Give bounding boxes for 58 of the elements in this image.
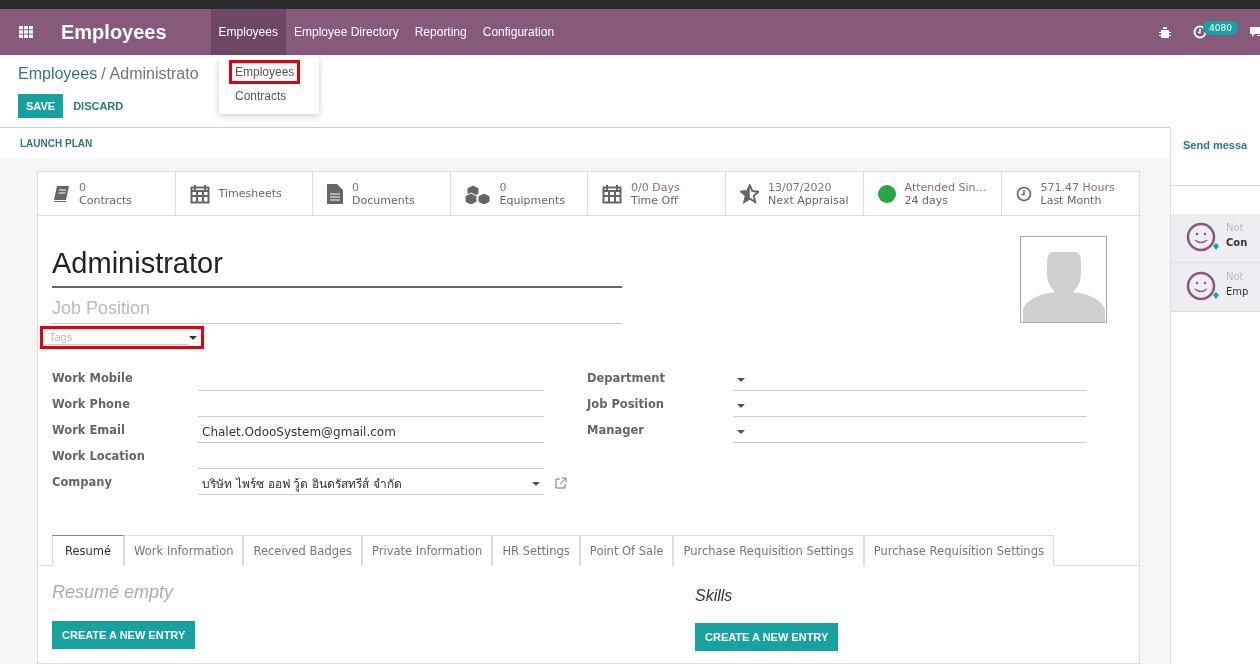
skills-heading: Skills [695, 587, 734, 605]
app-title[interactable]: Employees [61, 20, 167, 44]
external-link-icon[interactable] [554, 477, 568, 489]
book-icon [52, 184, 70, 203]
message-text: Con [1226, 237, 1248, 248]
field-label: Work Mobile [52, 371, 134, 387]
create-entry-button[interactable]: CREATE A NEW ENTRY [695, 623, 839, 651]
breadcrumb-separator: / [101, 65, 106, 83]
field-label: Department [587, 371, 666, 387]
form-field[interactable]: บริษัท ไพร์ซ ออฟ วู้ด อินดรัสทรีส์ จำกัด [198, 473, 544, 495]
menu-item[interactable]: Reporting [406, 9, 475, 55]
field-label: Company [52, 475, 113, 491]
field-label: Manager [587, 423, 645, 439]
caret-icon [737, 377, 745, 382]
tab[interactable]: Purchase Requisition Settings [863, 535, 1054, 566]
menu-item[interactable]: Employees [210, 9, 286, 55]
launch-plan-button[interactable]: LAUNCH PLAN [20, 138, 93, 149]
tab[interactable]: Received Badges [243, 535, 363, 566]
field-label: Job Position [587, 397, 666, 413]
tab[interactable]: Work Information [124, 535, 244, 566]
save-button[interactable]: SAVE [18, 94, 64, 118]
breadcrumb-link[interactable]: Employees [18, 65, 98, 83]
message-text: Emp [1226, 286, 1249, 297]
dropdown-item[interactable]: Contracts [229, 84, 293, 108]
dropdown-item[interactable]: Employees [229, 60, 301, 84]
send-message-link[interactable]: Send messa [1183, 139, 1248, 151]
calendar-icon [602, 183, 623, 204]
form-field[interactable]: Chalet.OdooSystem@gmail.com [198, 421, 544, 443]
field-label: Work Location [52, 449, 146, 465]
activity-count-badge: 4080 [1203, 21, 1238, 35]
bug-icon[interactable] [1159, 25, 1172, 39]
menu-item[interactable]: Configuration [474, 9, 563, 55]
create-entry-button[interactable]: CREATE A NEW ENTRY [52, 621, 196, 649]
caret-icon [532, 481, 540, 486]
field-label: Work Email [52, 423, 126, 439]
field-label: Work Phone [52, 397, 131, 413]
avatar-placeholder[interactable] [1020, 236, 1107, 323]
tab[interactable]: Point Of Sale [579, 535, 674, 566]
calendar-icon [189, 183, 210, 204]
tab[interactable]: Private Information [362, 535, 493, 566]
clock-icon[interactable] [1193, 25, 1208, 39]
caret-icon [737, 429, 745, 434]
tab[interactable]: HR Settings [492, 535, 580, 566]
tab[interactable]: Resumé [52, 535, 125, 566]
cubes-icon [464, 183, 491, 204]
discard-button[interactable]: DISCARD [67, 94, 130, 118]
document-icon [327, 183, 344, 204]
breadcrumb-current: Administrato [109, 65, 199, 83]
clock-icon [1015, 185, 1032, 202]
empty-resume-text: Resumé empty [52, 582, 175, 603]
person-silhouette-icon [1022, 250, 1105, 322]
tab[interactable]: Purchase Requisition Settings [673, 535, 864, 566]
menu-item[interactable]: Employee Directory [286, 9, 407, 55]
apps-grid-icon[interactable] [19, 26, 33, 38]
tags-field[interactable]: Tags [40, 326, 204, 349]
caret-icon [189, 335, 197, 340]
caret-icon [737, 403, 745, 408]
star-icon [739, 183, 760, 204]
